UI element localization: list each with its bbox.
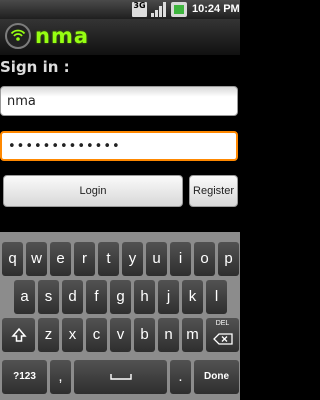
key-g[interactable]: g <box>110 280 131 314</box>
sign-in-heading: Sign in : <box>0 58 70 76</box>
login-button[interactable]: Login <box>3 175 183 207</box>
key-period[interactable]: . <box>170 360 191 394</box>
password-field[interactable]: ••••••••••••• <box>0 131 238 161</box>
key-t[interactable]: t <box>98 242 119 276</box>
key-v[interactable]: v <box>110 318 131 352</box>
key-d[interactable]: d <box>62 280 83 314</box>
key-b[interactable]: b <box>134 318 155 352</box>
status-bar: 3G 10:24 PM <box>0 0 240 19</box>
key-f[interactable]: f <box>86 280 107 314</box>
key-n[interactable]: n <box>158 318 179 352</box>
backspace-icon <box>212 333 233 345</box>
network-3g-icon: 3G <box>132 2 147 17</box>
key-s[interactable]: s <box>38 280 59 314</box>
wifi-waves-icon <box>10 29 26 41</box>
app-logo-text: nma <box>35 24 90 48</box>
battery-icon <box>171 2 187 17</box>
register-button[interactable]: Register <box>189 175 238 207</box>
key-e[interactable]: e <box>50 242 71 276</box>
key-u[interactable]: u <box>146 242 167 276</box>
space-bar-icon <box>109 374 132 380</box>
clock: 10:24 PM <box>192 3 240 15</box>
username-field[interactable]: nma <box>0 86 238 116</box>
key-c[interactable]: c <box>86 318 107 352</box>
key-z[interactable]: z <box>38 318 59 352</box>
key-w[interactable]: w <box>26 242 47 276</box>
key-q[interactable]: q <box>2 242 23 276</box>
delete-key[interactable]: DEL <box>206 318 239 352</box>
key-comma[interactable]: , <box>50 360 71 394</box>
key-p[interactable]: p <box>218 242 239 276</box>
key-a[interactable]: a <box>14 280 35 314</box>
soft-keyboard: q w e r t y u i o p a s d f g h j k l z … <box>0 232 240 400</box>
key-k[interactable]: k <box>182 280 203 314</box>
key-o[interactable]: o <box>194 242 215 276</box>
shift-key[interactable] <box>2 318 35 352</box>
key-x[interactable]: x <box>62 318 83 352</box>
space-key[interactable] <box>74 360 167 394</box>
done-key[interactable]: Done <box>194 360 239 394</box>
symbols-key[interactable]: ?123 <box>2 360 47 394</box>
key-h[interactable]: h <box>134 280 155 314</box>
key-i[interactable]: i <box>170 242 191 276</box>
app-title-bar: nma <box>0 19 240 56</box>
delete-key-label: DEL <box>215 320 230 327</box>
key-j[interactable]: j <box>158 280 179 314</box>
key-y[interactable]: y <box>122 242 143 276</box>
shift-arrow-icon <box>10 327 27 342</box>
key-r[interactable]: r <box>74 242 95 276</box>
key-m[interactable]: m <box>182 318 203 352</box>
signal-strength-icon <box>151 2 166 17</box>
network-label: 3G <box>133 1 146 10</box>
key-l[interactable]: l <box>206 280 227 314</box>
